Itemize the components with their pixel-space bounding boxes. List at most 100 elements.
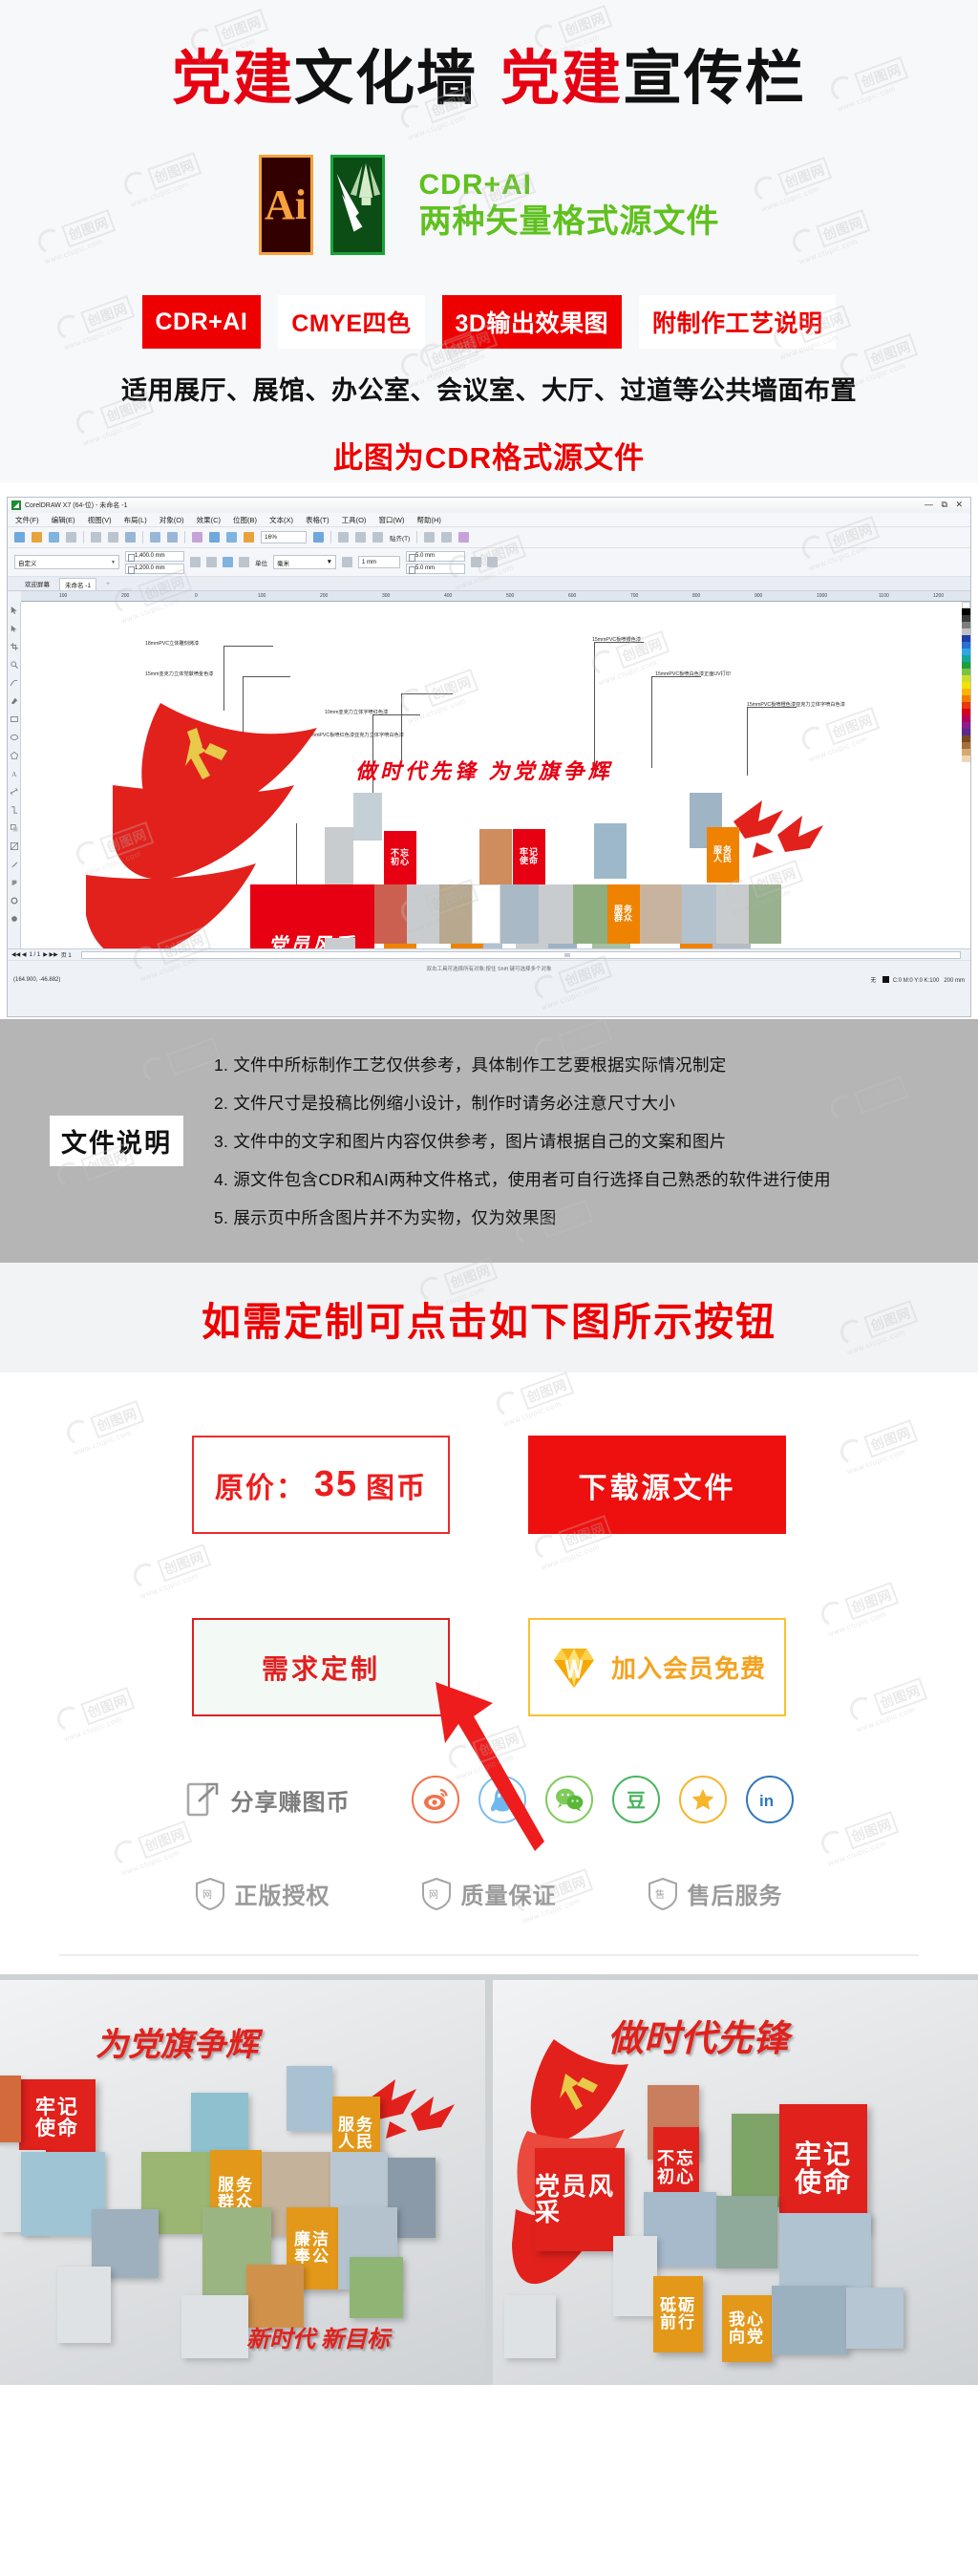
zoom-dropdown-icon[interactable] <box>313 532 324 543</box>
share-favorite-button[interactable] <box>678 1776 727 1823</box>
file-note-item: 3. 文件中的文字和图片内容仅供参考，图片请根据自己的文案和图片 <box>214 1132 727 1151</box>
transparency-tool-icon[interactable] <box>10 842 18 850</box>
cut-icon[interactable] <box>91 532 101 543</box>
share-linkedin-button[interactable]: in <box>745 1776 794 1823</box>
shape-tool-icon[interactable] <box>11 625 18 632</box>
landscape-orientation-icon[interactable] <box>206 557 217 567</box>
menu-object[interactable]: 对象(O) <box>159 515 184 525</box>
menu-text[interactable]: 文本(X) <box>269 515 293 525</box>
export-icon[interactable] <box>209 532 220 543</box>
menu-view[interactable]: 视图(V) <box>88 515 112 525</box>
parallel-dimension-tool-icon[interactable] <box>10 788 18 796</box>
preview-plaque: 砥砺 前行 <box>653 2276 703 2352</box>
tab-welcome-screen[interactable]: 欢迎屏幕 <box>25 579 50 588</box>
duplicate-offset-x-input[interactable]: 5.0 mm <box>406 550 465 562</box>
ruler-tick: 500 <box>506 593 515 599</box>
copy-icon[interactable] <box>108 532 118 543</box>
undo-icon[interactable] <box>150 532 160 543</box>
nudge-input[interactable]: 1 mm <box>358 556 400 568</box>
new-document-icon[interactable] <box>14 532 25 543</box>
menu-bitmap[interactable]: 位图(B) <box>233 515 257 525</box>
join-vip-label: 加入会员免费 <box>610 1654 766 1683</box>
save-icon[interactable] <box>49 532 59 543</box>
preview-left-bottom-text: 新时代 新目标 <box>246 2328 390 2352</box>
artwork-slogan-top: 做时代先锋 为党旗争辉 <box>355 759 613 783</box>
join-vip-button[interactable]: 加入会员免费 <box>528 1618 786 1716</box>
show-grid-icon[interactable] <box>372 532 383 543</box>
download-source-button[interactable]: 下载源文件 <box>528 1436 786 1534</box>
outline-tool-icon[interactable] <box>10 897 18 905</box>
horizontal-scrollbar[interactable] <box>80 950 961 959</box>
connector-tool-icon[interactable] <box>11 806 18 814</box>
color-eyedropper-icon[interactable] <box>11 861 18 868</box>
share-hand-icon <box>186 1782 218 1817</box>
redo-icon[interactable] <box>167 532 178 543</box>
share-douban-button[interactable]: 豆 <box>611 1776 660 1823</box>
document-properties-icon[interactable] <box>441 532 453 543</box>
suitable-places-line: 适用展厅、展馆、办公室、会议室、大厅、过道等公共墙面布置 <box>121 376 857 405</box>
portrait-orientation-icon[interactable] <box>190 557 201 567</box>
zoom-tool-icon[interactable] <box>10 661 18 669</box>
ruler-tick: 100 <box>258 593 266 599</box>
unit-select[interactable]: 毫米 ▼ <box>273 555 336 569</box>
show-rulers-icon[interactable] <box>355 532 366 543</box>
secondary-action-row: 需求定制 加入会员免费 <box>0 1618 978 1851</box>
publish-pdf-icon[interactable] <box>226 532 237 543</box>
menu-layout[interactable]: 布局(L) <box>124 515 147 525</box>
treat-as-filled-icon[interactable] <box>471 557 481 567</box>
menu-help[interactable]: 帮助(H) <box>417 515 441 525</box>
snap-options-icon[interactable] <box>487 557 498 567</box>
fill-tool-icon[interactable] <box>11 915 18 923</box>
page-preset-select[interactable]: 自定义 ▼ <box>14 555 119 569</box>
text-tool-icon[interactable]: A <box>11 770 18 777</box>
application-launcher-icon[interactable] <box>244 532 254 543</box>
rectangle-tool-icon[interactable] <box>10 715 18 723</box>
page-navigator[interactable]: ◀◀ ◀ 1 / 1 ▶ ▶▶ 页 1 <box>11 950 72 960</box>
add-tab-icon[interactable]: + <box>106 581 110 587</box>
color-styles-icon[interactable] <box>458 532 470 543</box>
freehand-tool-icon[interactable] <box>10 679 18 687</box>
full-screen-preview-icon[interactable] <box>338 532 349 543</box>
pick-tool-icon[interactable] <box>11 607 18 614</box>
snap-to-label[interactable]: 贴齐(T) <box>390 533 410 543</box>
all-pages-icon[interactable] <box>223 557 233 567</box>
tab-untitled-1[interactable]: 未命名 -1 <box>59 577 97 590</box>
menu-window[interactable]: 窗口(W) <box>378 515 404 525</box>
status-hint: 双击工具可选择所有对象;按住 Shift 键可选择多个对象 <box>426 967 552 972</box>
print-icon[interactable] <box>66 532 76 543</box>
menu-tools[interactable]: 工具(O) <box>342 515 367 525</box>
menu-file[interactable]: 文件(F) <box>15 515 39 525</box>
options-icon[interactable] <box>424 532 436 543</box>
window-controls[interactable]: — ⧉ ✕ <box>925 500 966 510</box>
page-width-input[interactable]: 1,400.0 mm <box>125 550 184 562</box>
callout-text: 15mmPVC板喷白色漆正面UV打印 <box>655 671 731 677</box>
menu-edit[interactable]: 编辑(E) <box>52 515 75 525</box>
callout-text: 15mmPVC板喷银色漆 <box>592 637 642 643</box>
menu-effects[interactable]: 效果(C) <box>197 515 221 525</box>
drop-shadow-tool-icon[interactable] <box>10 824 18 832</box>
polygon-tool-icon[interactable] <box>10 752 18 759</box>
crop-tool-icon[interactable] <box>10 643 18 650</box>
actions-section: 原价： 35 图币 下载源文件 需求定制 加入会员免费 分享赚图币 豆 in 网… <box>0 1372 978 1974</box>
open-document-icon[interactable] <box>32 532 42 543</box>
ellipse-tool-icon[interactable] <box>10 734 18 741</box>
linkedin-icon: in <box>759 1792 774 1810</box>
duplicate-offset-y-input[interactable]: 5.0 mm <box>406 563 465 574</box>
import-icon[interactable] <box>192 532 202 543</box>
file-notes-list: 1. 文件中所标制作工艺仅供参考，具体制作工艺要根据实际情况制定 2. 文件尺寸… <box>214 1053 831 1229</box>
ruler-tick: 0 <box>195 593 198 599</box>
current-page-icon[interactable] <box>239 557 249 567</box>
share-wechat-button[interactable] <box>544 1776 593 1823</box>
chevron-down-icon: ▼ <box>326 559 332 565</box>
interactive-fill-tool-icon[interactable] <box>11 879 18 886</box>
color-palette[interactable] <box>962 602 970 926</box>
preview-brand: 党员风采 <box>535 2171 616 2226</box>
menu-table[interactable]: 表格(T) <box>306 515 330 525</box>
page-height-input[interactable]: 1,200.0 mm <box>125 563 184 574</box>
zoom-level-select[interactable]: 16% <box>261 531 307 543</box>
paste-icon[interactable] <box>125 532 136 543</box>
trust-badges-row: 网 正版授权 网 质量保证 售 售后服务 <box>0 1877 978 1910</box>
svg-text:A: A <box>11 771 17 777</box>
coreldraw-canvas[interactable]: 18mmPVC立体雕刻烤漆 15mm亚克力立体党徽喷金色漆 10mm亚克力立体字… <box>21 602 959 987</box>
smart-fill-tool-icon[interactable] <box>11 697 18 705</box>
